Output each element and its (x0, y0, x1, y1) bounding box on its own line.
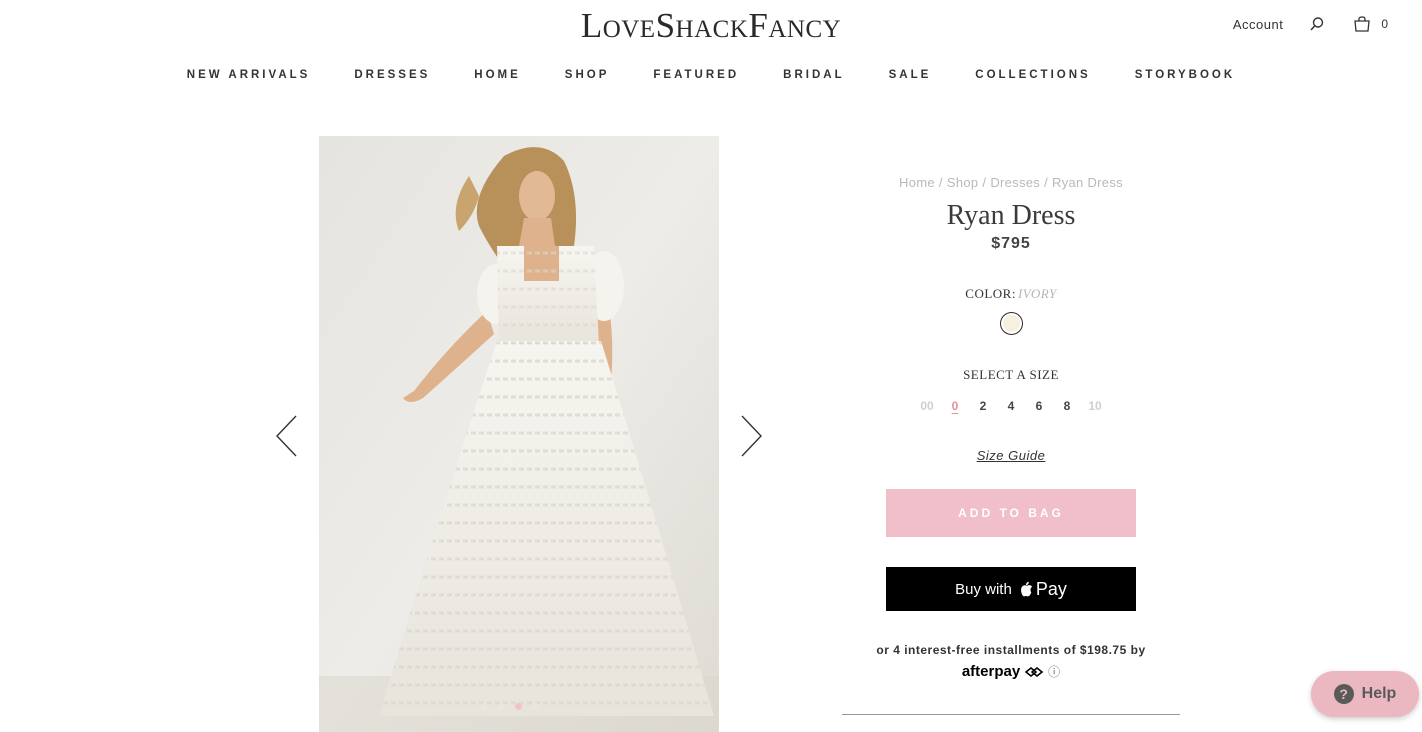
afterpay-logo: afterpay (961, 663, 1021, 680)
afterpay-arrows-icon (1024, 666, 1044, 677)
apple-pay-button[interactable]: Buy with Pay (886, 567, 1136, 611)
size-option-6[interactable]: 6 (1025, 398, 1053, 414)
help-button[interactable]: ? Help (1311, 671, 1419, 717)
apple-icon (1020, 581, 1033, 596)
size-option-4[interactable]: 4 (997, 398, 1025, 414)
color-swatch-ivory[interactable] (999, 312, 1023, 335)
breadcrumb-dresses[interactable]: Dresses (990, 175, 1040, 190)
nav-collections[interactable]: COLLECTIONS (975, 68, 1090, 84)
color-value: IVORY (1017, 286, 1057, 301)
chevron-right-icon[interactable] (739, 414, 763, 458)
carousel-dot[interactable] (498, 703, 505, 710)
size-selector: 00 0 2 4 6 8 10 (842, 398, 1180, 414)
nav-sale[interactable]: SALE (889, 68, 932, 84)
product-price: $795 (991, 235, 1031, 252)
breadcrumb: Home / Shop / Dresses / Ryan Dress (899, 175, 1123, 190)
nav-shop[interactable]: SHOP (565, 68, 610, 84)
nav-storybook[interactable]: STORYBOOK (1135, 68, 1235, 84)
size-option-8[interactable]: 8 (1053, 398, 1081, 414)
size-option-2[interactable]: 2 (969, 398, 997, 414)
size-option-00[interactable]: 00 (913, 398, 941, 414)
size-label: SELECT A SIZE (963, 367, 1059, 382)
bag-count[interactable]: 0 (1381, 17, 1388, 31)
dress-photo (319, 136, 719, 732)
add-to-bag-button[interactable]: ADD TO BAG (886, 489, 1136, 537)
apple-pay-prefix: Buy with (955, 580, 1012, 598)
color-label: COLOR: IVORY (965, 286, 1057, 301)
product-info: Home / Shop / Dresses / Ryan Dress Ryan Dress … (842, 170, 1180, 680)
installments-text: or 4 interest-free installments of $198.… (876, 643, 1146, 657)
shopping-bag-icon[interactable] (1353, 16, 1371, 32)
nav-new-arrivals[interactable]: NEW ARRIVALS (187, 68, 311, 84)
carousel-dot-active[interactable] (515, 703, 522, 710)
brand-logo[interactable]: LoveShackFancy (0, 4, 1422, 48)
carousel-dot[interactable] (481, 703, 488, 710)
info-icon[interactable]: ⓘ (1048, 663, 1060, 680)
breadcrumb-home[interactable]: Home (899, 175, 935, 190)
main-nav: NEW ARRIVALS DRESSES HOME SHOP FEATURED … (0, 68, 1422, 84)
carousel-dot[interactable] (532, 703, 539, 710)
carousel-dots (481, 703, 539, 710)
size-option-0[interactable]: 0 (941, 398, 969, 414)
nav-dresses[interactable]: DRESSES (354, 68, 430, 84)
help-label: Help (1361, 685, 1397, 702)
product-title: Ryan Dress (946, 200, 1076, 231)
nav-home[interactable]: HOME (474, 68, 521, 84)
section-divider (842, 714, 1180, 715)
apple-pay-word: Pay (1035, 578, 1067, 599)
search-icon[interactable] (1309, 16, 1325, 32)
nav-bridal[interactable]: BRIDAL (783, 68, 844, 84)
account-link[interactable]: Account (1233, 17, 1283, 32)
chevron-left-icon[interactable] (275, 414, 299, 458)
product-image[interactable] (319, 136, 719, 732)
nav-featured[interactable]: FEATURED (653, 68, 739, 84)
breadcrumb-current: Ryan Dress (1052, 175, 1123, 190)
breadcrumb-shop[interactable]: Shop (947, 175, 979, 190)
utility-nav: Account 0 (1233, 16, 1388, 32)
size-option-10[interactable]: 10 (1081, 398, 1109, 414)
help-icon: ? (1333, 684, 1354, 704)
size-guide-link[interactable]: Size Guide (842, 448, 1180, 463)
